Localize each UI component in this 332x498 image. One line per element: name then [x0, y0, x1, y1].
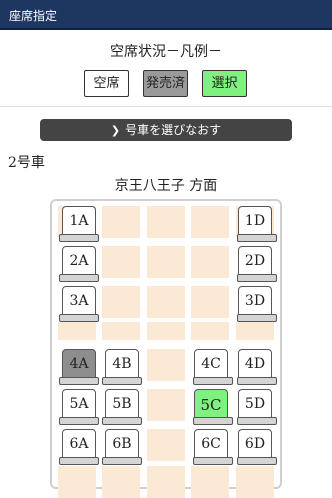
seat-back [237, 274, 277, 282]
seat-2d[interactable]: 2D [237, 246, 277, 282]
seat-label: 4D [244, 356, 266, 372]
legend-selected: 選択 [202, 70, 247, 97]
seat-label: 1D [244, 213, 266, 229]
seat-2a[interactable]: 2A [59, 246, 99, 282]
legend-title: 空席状況－凡例－ [110, 44, 222, 60]
seat-6d[interactable]: 6D [237, 429, 277, 465]
floor-cell [191, 322, 229, 340]
seat-label: 4C [201, 356, 221, 372]
floor-cell [102, 466, 140, 498]
seat-label: 6B [112, 436, 132, 452]
chevron-right-icon: ❯ [110, 124, 121, 137]
seat-back [102, 377, 142, 385]
seat-label: 2D [244, 253, 266, 269]
seat-back [193, 457, 233, 465]
floor-cell [236, 466, 274, 498]
seat-back [59, 417, 99, 425]
seat-back [59, 457, 99, 465]
floor-cell [147, 246, 185, 278]
seat-label: 4A [69, 356, 89, 372]
seat-back [59, 377, 99, 385]
rechoose-car-button[interactable]: ❯ 号車を選びなおす [40, 119, 292, 141]
seat-back [237, 457, 277, 465]
floor-cell [102, 206, 140, 238]
seat-5b[interactable]: 5B [102, 389, 142, 425]
seat-label: 5C [200, 396, 222, 414]
legend-sold: 発売済 [143, 70, 188, 97]
seat-back [193, 417, 233, 425]
header-bar: 座席指定 [0, 0, 332, 30]
seat-label: 6D [244, 436, 266, 452]
seat-label: 5A [69, 396, 89, 412]
seat-1a[interactable]: 1A [59, 206, 99, 242]
legend-empty: 空席 [84, 70, 129, 97]
seat-4d[interactable]: 4D [237, 349, 277, 385]
seat-back [59, 234, 99, 242]
seat-back [102, 417, 142, 425]
car-number: 2号車 [8, 155, 45, 171]
seat-label: 6A [69, 436, 89, 452]
seat-label: 5D [244, 396, 266, 412]
divider [0, 106, 332, 107]
floor-cell [147, 466, 185, 498]
seat-6c[interactable]: 6C [193, 429, 233, 465]
seat-label: 5B [112, 396, 132, 412]
seat-3a[interactable]: 3A [59, 286, 99, 322]
floor-cell [147, 322, 185, 340]
seat-map: 1A 1D 2A 2D 3A 3D 4A 4B 4C 4D 5A 5B 5C 5… [50, 199, 282, 498]
floor-cell [102, 322, 140, 340]
seat-5a[interactable]: 5A [59, 389, 99, 425]
floor-cell [191, 206, 229, 238]
seat-back [237, 314, 277, 322]
floor-cell [102, 246, 140, 278]
floor-cell [58, 322, 96, 340]
floor-cell [191, 466, 229, 498]
seat-6b[interactable]: 6B [102, 429, 142, 465]
seat-6a[interactable]: 6A [59, 429, 99, 465]
seat-1d[interactable]: 1D [237, 206, 277, 242]
floor-cell [147, 206, 185, 238]
floor-cell [102, 286, 140, 318]
floor-cell [147, 389, 185, 421]
seat-label: 2A [69, 253, 89, 269]
seat-back [237, 417, 277, 425]
floor-cell [191, 246, 229, 278]
direction-label: 京王八王子 方面 [114, 178, 218, 194]
floor-cell [147, 286, 185, 318]
seat-4b[interactable]: 4B [102, 349, 142, 385]
seat-5c[interactable]: 5C [193, 389, 233, 425]
seat-label: 1A [69, 213, 89, 229]
seat-back [193, 377, 233, 385]
seat-back [59, 274, 99, 282]
floor-cell [147, 429, 185, 461]
floor-cell [191, 286, 229, 318]
page-title: 座席指定 [9, 9, 58, 23]
seat-4c[interactable]: 4C [193, 349, 233, 385]
floor-cell [58, 466, 96, 498]
seat-4a: 4A [59, 349, 99, 385]
seat-label: 3A [69, 293, 89, 309]
floor-cell [236, 322, 274, 340]
rechoose-car-label: 号車を選びなおす [125, 123, 222, 137]
seat-label: 4B [112, 356, 132, 372]
seat-back [102, 457, 142, 465]
seat-back [59, 314, 99, 322]
seat-5d[interactable]: 5D [237, 389, 277, 425]
seat-back [237, 234, 277, 242]
floor-cell [147, 349, 185, 381]
seat-3d[interactable]: 3D [237, 286, 277, 322]
seat-label: 3D [244, 293, 266, 309]
seat-back [237, 377, 277, 385]
seat-label: 6C [201, 436, 221, 452]
